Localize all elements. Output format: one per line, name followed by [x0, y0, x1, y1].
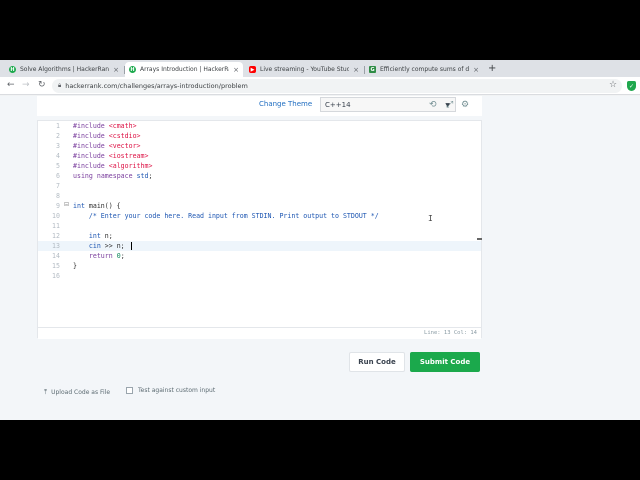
geeksforgeeks-icon: G — [369, 66, 376, 73]
upload-icon: ⤒ — [44, 388, 48, 396]
tab-label: Live streaming - YouTube Studio — [260, 66, 350, 73]
custom-input-toggle[interactable]: Test against custom input — [126, 387, 215, 394]
shield-extension-icon[interactable]: ✓ — [627, 81, 636, 91]
url-text: hackerrank.com/challenges/arrays-introdu… — [65, 82, 248, 90]
scrollbar-marker — [477, 238, 482, 240]
screen: H Solve Algorithms | HackerRank × H Arra… — [0, 0, 640, 480]
close-icon[interactable]: × — [473, 66, 479, 74]
text-cursor — [131, 242, 132, 250]
fold-toggle-icon[interactable]: ⊟ — [64, 201, 69, 208]
line-number: 14 — [52, 252, 60, 260]
line-number: 10 — [52, 212, 60, 220]
forward-arrow-icon[interactable]: → — [22, 80, 30, 90]
line-number: 1 — [56, 122, 60, 130]
line-number: 3 — [56, 142, 60, 150]
close-icon[interactable]: × — [233, 66, 239, 74]
address-bar[interactable]: 🔒︎ hackerrank.com/challenges/arrays-intr… — [52, 79, 622, 93]
code-line: /* Enter your code here. Read input from… — [88, 212, 379, 220]
tab-label: Efficiently compute sums of diag... — [380, 66, 470, 73]
code-line: #include <cmath> — [73, 122, 137, 130]
custom-input-label: Test against custom input — [138, 387, 216, 394]
close-icon[interactable]: × — [353, 66, 359, 74]
submit-code-button[interactable]: Submit Code — [410, 352, 480, 372]
code-editor[interactable]: 1 #include <cmath> 2 #include <cstdio> 3 #inc… — [37, 120, 482, 339]
tab-strip: H Solve Algorithms | HackerRank × H Arra… — [0, 60, 640, 77]
run-code-button[interactable]: Run Code — [349, 352, 405, 372]
tab-solve-algorithms[interactable]: H Solve Algorithms | HackerRank × — [5, 62, 123, 77]
code-line: #include <iostream> — [73, 152, 149, 160]
upload-code-link[interactable]: ⤒ Upload Code as File — [44, 388, 110, 397]
cursor-position: Line: 13 Col: 14 — [424, 330, 477, 336]
line-number: 15 — [52, 262, 60, 270]
editor-status-bar: Line: 13 Col: 14 — [38, 327, 481, 339]
code-line: int main() { — [73, 202, 121, 210]
hackerrank-page: Change Theme C++14 ▼ ⟲ ⤢ ⚙ 1 #include <cm… — [0, 96, 640, 420]
tab-geeksforgeeks[interactable]: G Efficiently compute sums of diag... × — [365, 62, 483, 77]
line-number: 8 — [56, 192, 60, 200]
code-line: cin >> n; — [88, 242, 125, 250]
browser-window: H Solve Algorithms | HackerRank × H Arra… — [0, 60, 640, 420]
lock-icon: 🔒︎ — [58, 82, 62, 89]
line-number: 6 — [56, 172, 60, 180]
code-line: return 0; — [88, 252, 125, 260]
bookmark-star-icon[interactable]: ☆ — [609, 80, 617, 90]
line-number: 11 — [52, 222, 60, 230]
tab-label: Arrays Introduction | HackerRank — [140, 66, 229, 73]
fullscreen-icon[interactable]: ⤢ — [446, 100, 453, 110]
tab-arrays-introduction[interactable]: H Arrays Introduction | HackerRank × — [125, 62, 243, 77]
gear-icon[interactable]: ⚙ — [461, 100, 469, 110]
code-line: #include <vector> — [73, 142, 141, 150]
code-line: #include <cstdio> — [73, 132, 141, 140]
editor-toolbar: Change Theme C++14 ▼ ⟲ ⤢ ⚙ — [37, 96, 482, 116]
change-theme-link[interactable]: Change Theme — [259, 100, 312, 108]
tab-label: Solve Algorithms | HackerRank — [20, 66, 110, 73]
close-icon[interactable]: × — [113, 66, 119, 74]
hackerrank-icon: H — [129, 66, 136, 73]
hackerrank-icon: H — [9, 66, 16, 73]
line-number: 13 — [52, 242, 60, 250]
code-line: int n; — [88, 232, 113, 240]
back-arrow-icon[interactable]: ← — [7, 80, 15, 90]
reload-icon[interactable]: ↻ — [38, 80, 46, 90]
line-number: 16 — [52, 272, 60, 280]
mouse-ibeam-icon: I — [428, 214, 433, 223]
line-number: 5 — [56, 162, 60, 170]
line-number: 4 — [56, 152, 60, 160]
line-number: 12 — [52, 232, 60, 240]
line-number: 7 — [56, 182, 60, 190]
code-line: using namespace std; — [73, 172, 153, 180]
tab-youtube-studio[interactable]: ▶ Live streaming - YouTube Studio × — [245, 62, 363, 77]
new-tab-button[interactable]: + — [488, 63, 496, 74]
restore-code-icon[interactable]: ⟲ — [429, 100, 437, 110]
browser-toolbar: ← → ↻ 🔒︎ hackerrank.com/challenges/array… — [0, 77, 640, 95]
line-number: 9 — [56, 202, 60, 210]
language-value: C++14 — [325, 100, 351, 109]
code-line: #include <algorithm> — [73, 162, 153, 170]
custom-input-checkbox[interactable] — [126, 387, 133, 394]
youtube-icon: ▶ — [249, 66, 256, 73]
line-number: 2 — [56, 132, 60, 140]
code-line: } — [73, 262, 77, 270]
upload-label: Upload Code as File — [51, 389, 111, 396]
